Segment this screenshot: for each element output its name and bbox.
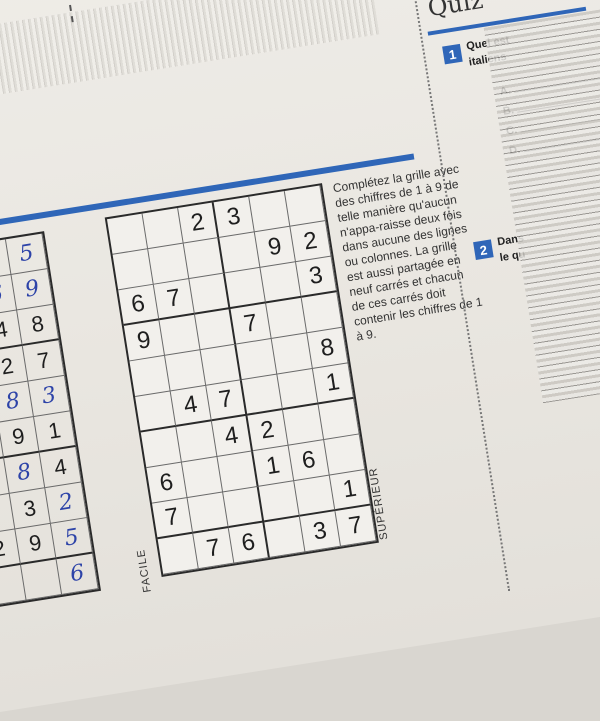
question-1-number: 1 xyxy=(442,43,463,65)
sudoku-cell xyxy=(112,249,154,291)
solved-sudoku-grid: 1352692484275836916841322956 xyxy=(0,231,102,609)
sudoku-cell xyxy=(301,292,343,334)
sudoku-cell xyxy=(236,338,278,381)
sudoku-cell: 4 xyxy=(211,415,254,457)
solved-cell xyxy=(20,559,63,601)
sudoku-cell: 9 xyxy=(123,320,166,362)
sudoku-cell xyxy=(200,344,242,386)
solved-cell: 3 xyxy=(9,488,52,530)
sudoku-cell xyxy=(318,398,360,440)
sudoku-cell: 6 xyxy=(228,522,270,564)
sudoku-cell: 7 xyxy=(152,498,194,540)
sudoku-cell xyxy=(219,232,261,274)
solved-cell: 1 xyxy=(34,411,77,453)
sudoku-cell xyxy=(140,426,182,469)
sudoku-cell xyxy=(264,516,306,558)
newspaper-page: 1352692484275836916841322956 23926739784… xyxy=(0,0,600,716)
sudoku-cell: 1 xyxy=(329,469,372,512)
sudoku-grid: 239267397847142616717637 xyxy=(104,183,379,578)
sudoku-cell xyxy=(223,486,265,528)
sudoku-cell xyxy=(284,185,326,227)
sudoku-cell xyxy=(159,314,201,356)
sudoku-cell xyxy=(157,533,199,575)
sudoku-cell xyxy=(106,213,149,255)
solved-cell: 5 xyxy=(51,517,94,560)
solved-cell: 6 xyxy=(56,553,99,595)
sudoku-cell xyxy=(181,456,224,499)
sudoku-cell: 3 xyxy=(296,256,338,298)
solved-cell: 7 xyxy=(23,340,65,382)
sudoku-cell xyxy=(129,355,171,397)
sudoku-cell xyxy=(142,207,184,250)
solved-cell: 8 xyxy=(3,452,46,494)
sudoku-cell xyxy=(194,308,237,351)
solved-cell: 5 xyxy=(6,233,49,275)
scan-smear-top xyxy=(0,0,380,104)
sudoku-cell xyxy=(249,191,291,233)
sudoku-cell: 8 xyxy=(307,327,349,369)
sudoku-cell: 1 xyxy=(312,363,355,405)
sudoku-cell xyxy=(148,243,190,285)
sudoku-cell xyxy=(135,391,177,433)
sudoku-cell: 1 xyxy=(253,445,295,487)
sudoku-cell xyxy=(241,374,284,416)
difficulty-label-easy: FACILE xyxy=(135,548,154,594)
sudoku-cell xyxy=(260,262,302,304)
sudoku-cell: 2 xyxy=(247,410,289,452)
solved-cell: 9 xyxy=(0,416,40,459)
sudoku-cell: 3 xyxy=(299,511,342,553)
sudoku-cell xyxy=(224,267,267,309)
sudoku-cell xyxy=(183,237,225,280)
sudoku-cell xyxy=(266,297,308,339)
solved-cell: 9 xyxy=(15,523,57,565)
sudoku-cell xyxy=(176,421,218,463)
sudoku-cell: 7 xyxy=(230,303,272,345)
sudoku-cell xyxy=(294,475,336,517)
sudoku-cell xyxy=(271,333,313,375)
sudoku-cell: 3 xyxy=(213,196,255,238)
sudoku-cell xyxy=(277,368,319,411)
sudoku-cell xyxy=(217,451,259,493)
sudoku-cell: 2 xyxy=(290,220,332,263)
solved-cell: 2 xyxy=(45,482,88,524)
sudoku-cell: 6 xyxy=(288,439,330,482)
solved-cell: 4 xyxy=(39,446,82,489)
sudoku-cell xyxy=(189,273,231,315)
sudoku-cell: 4 xyxy=(170,385,212,427)
sudoku-cell: 9 xyxy=(254,226,297,268)
sudoku-cell: 7 xyxy=(193,527,235,570)
sudoku-cell xyxy=(187,492,229,534)
sudoku-cell: 6 xyxy=(146,462,188,504)
solved-cell: 9 xyxy=(11,269,54,311)
sudoku-cell xyxy=(283,404,325,446)
sudoku-cell: 7 xyxy=(206,380,248,422)
sudoku-cell xyxy=(258,481,300,523)
question-2-number: 2 xyxy=(473,239,494,260)
sudoku-cell xyxy=(165,350,207,392)
sudoku-cell: 6 xyxy=(118,284,160,326)
sudoku-cell: 7 xyxy=(335,505,377,547)
sudoku-cell: 2 xyxy=(178,202,220,244)
solved-cell: 3 xyxy=(28,375,71,417)
sudoku-cell xyxy=(324,434,366,476)
sudoku-cell: 7 xyxy=(153,279,195,321)
solved-cell: 8 xyxy=(17,304,60,346)
